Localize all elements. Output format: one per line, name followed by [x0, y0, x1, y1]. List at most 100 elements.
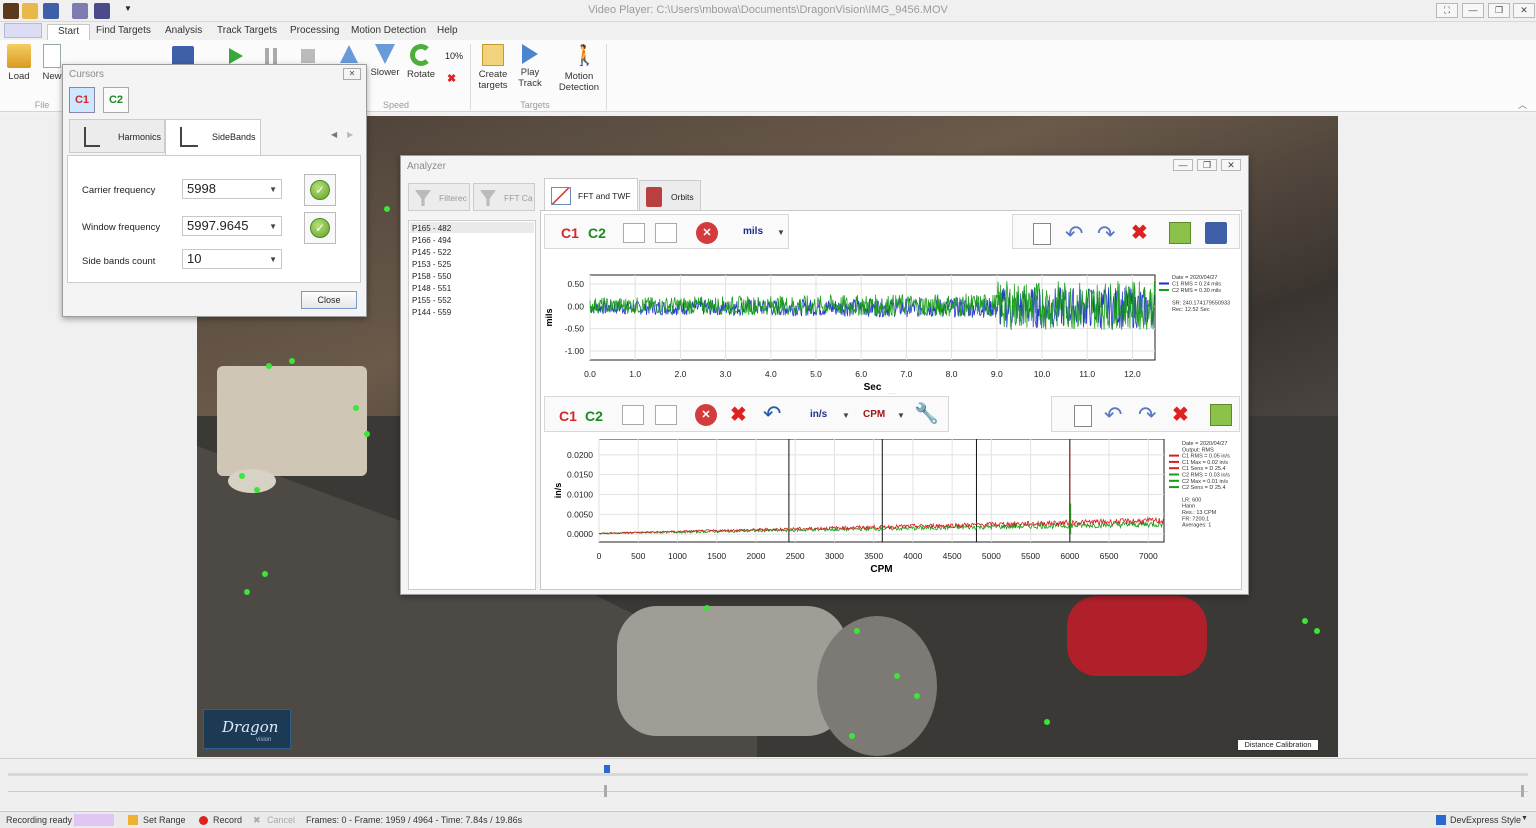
- pause-icon[interactable]: [265, 48, 277, 64]
- tab-processing[interactable]: Processing: [280, 24, 349, 40]
- delete-icon[interactable]: ✖: [730, 402, 747, 427]
- slower-button[interactable]: Slower: [370, 44, 400, 78]
- fft-c2-toggle[interactable]: C2: [585, 408, 603, 424]
- cursor-h-icon[interactable]: [622, 405, 644, 425]
- cursor-c1-toggle[interactable]: C1: [69, 87, 95, 113]
- faster-arrow-icon[interactable]: [340, 45, 358, 63]
- set-range-button[interactable]: Set Range: [143, 815, 186, 825]
- chevron-down-icon[interactable]: ▼: [1521, 815, 1528, 822]
- delete-icon[interactable]: ✖: [1131, 220, 1148, 245]
- app-menu-button[interactable]: [4, 23, 42, 38]
- record-button[interactable]: Record: [213, 815, 242, 825]
- tab-fft-calc[interactable]: FFT Ca: [473, 183, 535, 211]
- play-icon[interactable]: [229, 48, 243, 64]
- tab-fft-and-twf[interactable]: FFT and TWF: [544, 178, 638, 211]
- x-tick-label: 5500: [1021, 551, 1040, 561]
- fft-xunits-select[interactable]: CPM: [863, 409, 885, 420]
- fullscreen-button[interactable]: ⛶: [1436, 3, 1458, 18]
- list-item[interactable]: P158 - 550: [412, 271, 451, 283]
- tab-analysis[interactable]: Analysis: [155, 24, 212, 40]
- redo-icon[interactable]: ↷: [1097, 221, 1115, 247]
- cursors-close-icon[interactable]: ✕: [343, 68, 361, 80]
- export-icon[interactable]: [1210, 404, 1232, 426]
- maximize-button[interactable]: ❐: [1488, 3, 1510, 18]
- range-end-handle[interactable]: [1521, 785, 1524, 797]
- create-targets-button[interactable]: Create targets: [476, 44, 510, 91]
- save-icon[interactable]: [1205, 222, 1227, 244]
- tab-orbits[interactable]: Orbits: [639, 180, 701, 211]
- tab-sidebands[interactable]: SideBands: [165, 119, 261, 155]
- remove-cursor-icon[interactable]: ✕: [695, 404, 717, 426]
- chevron-down-icon[interactable]: ▼: [269, 185, 277, 194]
- list-item[interactable]: P145 - 522: [412, 247, 451, 259]
- cursor-c2-toggle[interactable]: C2: [103, 87, 129, 113]
- fft-units-select[interactable]: in/s: [810, 409, 827, 420]
- tab-find-targets[interactable]: Find Targets: [86, 24, 161, 40]
- apply-carrier-button[interactable]: ✓: [304, 174, 336, 206]
- delete-icon[interactable]: ✖: [1172, 402, 1189, 427]
- stop-icon[interactable]: [301, 49, 315, 63]
- list-item[interactable]: P153 - 525: [412, 259, 451, 271]
- tab-scroll-left-icon[interactable]: ◀: [331, 130, 337, 139]
- undo-icon[interactable]: ↶: [1065, 221, 1083, 247]
- zoom-level[interactable]: 10%: [445, 51, 463, 61]
- copy-icon[interactable]: [1033, 223, 1051, 245]
- chevron-down-icon[interactable]: ▼: [842, 411, 850, 420]
- cancel-button[interactable]: Cancel: [267, 815, 295, 825]
- carrier-frequency-input[interactable]: 5998 ▼: [182, 179, 282, 199]
- play-track-button[interactable]: Play Track: [514, 44, 546, 89]
- style-selector[interactable]: DevExpress Style: [1450, 815, 1521, 825]
- load-button[interactable]: Load: [4, 44, 34, 82]
- twf-c2-toggle[interactable]: C2: [588, 225, 606, 241]
- list-item[interactable]: P148 - 551: [412, 283, 451, 295]
- tab-track-targets[interactable]: Track Targets: [207, 24, 287, 40]
- cursor-h-icon[interactable]: [623, 223, 645, 243]
- cursor-v-icon[interactable]: [655, 405, 677, 425]
- undo-icon[interactable]: ↶: [1104, 402, 1122, 428]
- cursor-v-icon[interactable]: [655, 223, 677, 243]
- tab-filtered[interactable]: Filterec: [408, 183, 470, 211]
- points-list-items: P165 - 482 P166 - 494 P145 - 522 P153 - …: [412, 223, 451, 319]
- redo-icon[interactable]: ↷: [1138, 402, 1156, 428]
- list-item[interactable]: P166 - 494: [412, 235, 451, 247]
- side-bands-count-input[interactable]: 10 ▼: [182, 249, 282, 269]
- list-item[interactable]: P144 - 559: [412, 307, 451, 319]
- tab-harmonics[interactable]: Harmonics: [69, 119, 165, 153]
- chevron-down-icon[interactable]: ▼: [897, 411, 905, 420]
- playhead-marker[interactable]: [604, 765, 610, 773]
- copy-icon[interactable]: [1074, 405, 1092, 427]
- tab-scroll-right-icon[interactable]: ▶: [347, 130, 353, 139]
- chevron-down-icon[interactable]: ▼: [777, 228, 785, 237]
- collapse-ribbon-icon[interactable]: ︿: [1518, 98, 1527, 111]
- tab-help[interactable]: Help: [427, 24, 468, 40]
- close-window-button[interactable]: ✕: [1513, 3, 1535, 18]
- rotate-button[interactable]: Rotate: [405, 44, 437, 80]
- close-button[interactable]: Close: [301, 291, 357, 309]
- list-item[interactable]: P165 - 482: [412, 223, 451, 235]
- range-start-handle[interactable]: [604, 785, 607, 797]
- window-frequency-input[interactable]: 5997.9645 ▼: [182, 216, 282, 236]
- list-item[interactable]: P155 - 552: [412, 295, 451, 307]
- analyzer-minimize-button[interactable]: —: [1173, 159, 1193, 171]
- motion-detection-button[interactable]: 🚶 Motion Detection: [556, 44, 602, 93]
- fft-c1-toggle[interactable]: C1: [559, 408, 577, 424]
- minimize-button[interactable]: —: [1462, 3, 1484, 18]
- undo-icon[interactable]: ↶: [763, 401, 781, 427]
- tab-start[interactable]: Start: [47, 24, 91, 40]
- twf-c1-toggle[interactable]: C1: [561, 225, 579, 241]
- style-icon: [1436, 815, 1446, 825]
- apply-window-button[interactable]: ✓: [304, 212, 336, 244]
- export-icon[interactable]: [1169, 222, 1191, 244]
- twf-units-select[interactable]: mils: [743, 226, 763, 237]
- range-track[interactable]: [8, 791, 1528, 792]
- analyzer-close-button[interactable]: ✕: [1221, 159, 1241, 171]
- clear-icon[interactable]: ✖: [447, 72, 456, 85]
- remove-cursor-icon[interactable]: ✕: [696, 222, 718, 244]
- timeline-track[interactable]: [8, 773, 1528, 776]
- tools-icon[interactable]: 🔧: [914, 401, 939, 426]
- distance-calibration-button[interactable]: Distance Calibration: [1237, 739, 1319, 751]
- chevron-down-icon[interactable]: ▼: [269, 255, 277, 264]
- chevron-down-icon[interactable]: ▼: [269, 222, 277, 231]
- analyzer-maximize-button[interactable]: ❐: [1197, 159, 1217, 171]
- tab-motion-detection[interactable]: Motion Detection: [341, 24, 436, 40]
